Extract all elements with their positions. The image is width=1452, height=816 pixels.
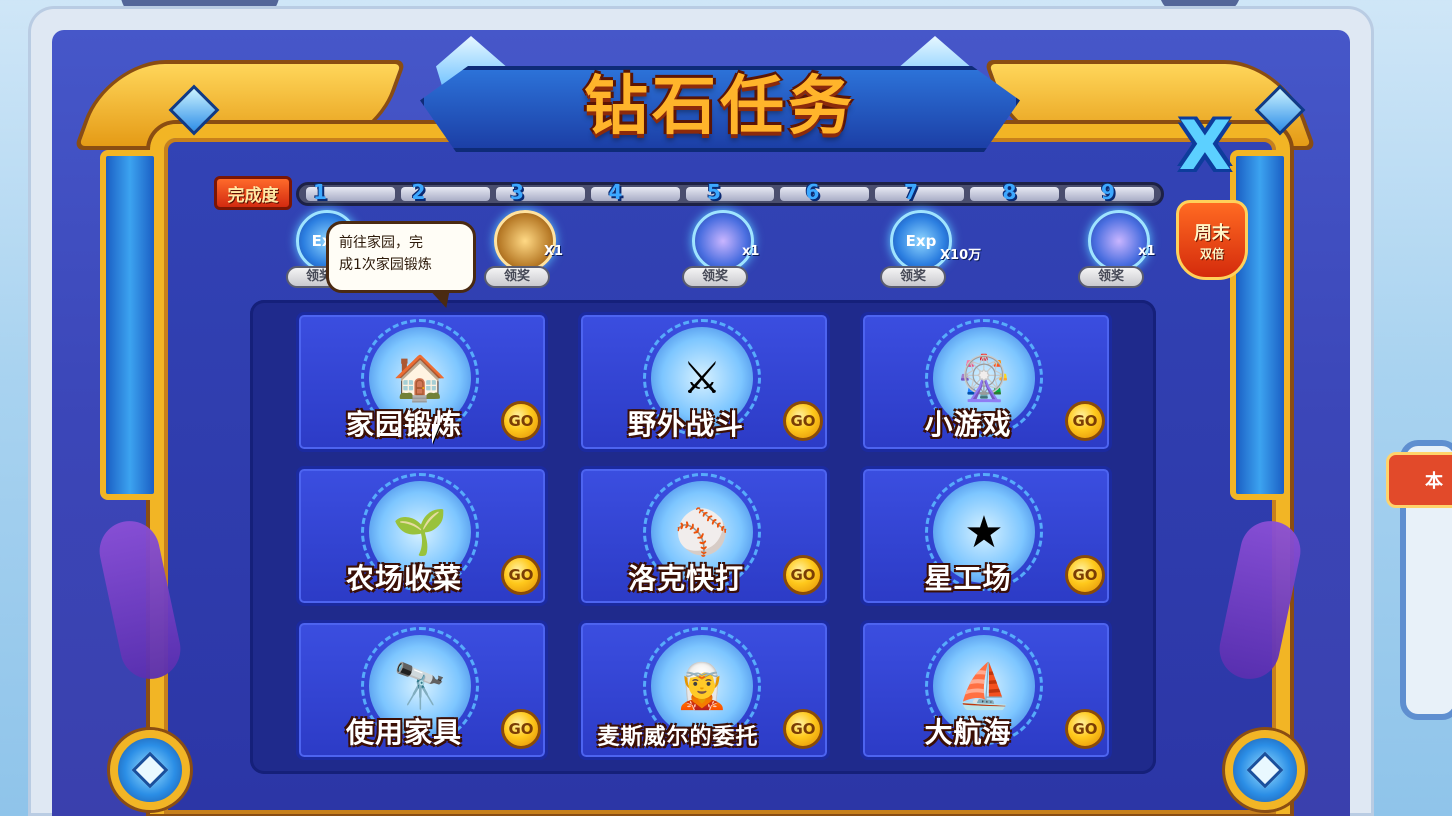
progress-node-number: 3 bbox=[510, 180, 524, 204]
progress-node-number: 2 bbox=[411, 180, 426, 204]
progress-node-number: 5 bbox=[707, 180, 721, 204]
task-name: 家园锻炼 bbox=[345, 408, 462, 441]
go-button[interactable]: GO bbox=[1065, 709, 1105, 749]
task-name: 野外战斗 bbox=[627, 408, 744, 441]
task-card[interactable]: ⚔ 野外战斗 GO bbox=[578, 312, 830, 452]
progress-node-number: 7 bbox=[904, 180, 918, 204]
task-name: 大航海 bbox=[924, 716, 1012, 749]
claim-reward-button[interactable]: 领奖 bbox=[880, 266, 946, 288]
claim-reward-button[interactable]: 领奖 bbox=[484, 266, 550, 288]
card-icon bbox=[1088, 210, 1150, 272]
progress-node-number: 1 bbox=[313, 180, 327, 204]
claim-reward-button[interactable]: 领奖 bbox=[1078, 266, 1144, 288]
reward-slot: X1 领奖 bbox=[484, 210, 570, 296]
task-card[interactable]: 🏠 家园锻炼 GO bbox=[296, 312, 548, 452]
task-card[interactable]: ⚾ 洛克快打 GO bbox=[578, 466, 830, 606]
task-name: 小游戏 bbox=[924, 408, 1012, 441]
reward-quantity: X1 bbox=[544, 244, 564, 259]
corner-gem-icon bbox=[110, 730, 190, 810]
task-name: 农场收菜 bbox=[345, 562, 462, 595]
close-x-icon: X bbox=[1178, 107, 1232, 186]
task-tooltip: 前往家园，完 成1次家园锻炼 bbox=[326, 221, 476, 293]
task-card[interactable]: ★ 星工场 GO bbox=[860, 466, 1112, 606]
task-card[interactable]: ⛵ 大航海 GO bbox=[860, 620, 1112, 760]
progress-node-number: 9 bbox=[1101, 180, 1115, 204]
tooltip-line1: 前往家园，完 bbox=[339, 235, 423, 251]
weekend-badge-line2: 双倍 bbox=[1199, 246, 1224, 261]
progress-node-number: 8 bbox=[1002, 180, 1017, 204]
progress-segment bbox=[780, 187, 870, 201]
reward-slot: x1 领奖 bbox=[682, 210, 768, 296]
go-button[interactable]: GO bbox=[501, 555, 541, 595]
task-name: 麦斯威尔的委托 bbox=[597, 725, 759, 750]
reward-slot: Exp X10万 领奖 bbox=[880, 210, 981, 296]
background-side-tab: 本 bbox=[1386, 452, 1452, 508]
mouse-cursor-icon bbox=[432, 424, 440, 444]
go-button[interactable]: GO bbox=[501, 709, 541, 749]
progress-node-number: 6 bbox=[805, 180, 820, 204]
progress-segment bbox=[590, 187, 680, 201]
progress-segment bbox=[685, 187, 775, 201]
card-icon bbox=[692, 210, 754, 272]
task-card[interactable]: 🌱 农场收菜 GO bbox=[296, 466, 548, 606]
left-pillar bbox=[100, 150, 160, 500]
task-name: 洛克快打 bbox=[627, 562, 744, 595]
corner-gem-icon bbox=[1225, 730, 1305, 810]
dialog-title: 钻石任务 bbox=[584, 70, 856, 144]
go-button[interactable]: GO bbox=[783, 555, 823, 595]
reward-quantity: x1 bbox=[742, 244, 760, 259]
claim-reward-button[interactable]: 领奖 bbox=[682, 266, 748, 288]
go-button[interactable]: GO bbox=[501, 401, 541, 441]
task-card[interactable]: 🔭 使用家具 GO bbox=[296, 620, 548, 760]
task-card[interactable]: 🎡 小游戏 GO bbox=[860, 312, 1112, 452]
reward-slot: x1 领奖 bbox=[1078, 210, 1164, 296]
close-button[interactable]: X bbox=[1168, 112, 1242, 182]
go-button[interactable]: GO bbox=[783, 709, 823, 749]
progress-node-number: 4 bbox=[608, 180, 623, 204]
book-icon bbox=[494, 210, 556, 272]
title-banner: 钻石任务 bbox=[420, 46, 1020, 156]
go-button[interactable]: GO bbox=[1065, 555, 1105, 595]
reward-quantity: X10万 bbox=[940, 248, 982, 263]
task-card[interactable]: 🧝 麦斯威尔的委托 GO bbox=[578, 620, 830, 760]
task-name: 星工场 bbox=[924, 562, 1012, 595]
progress-label: 完成度 bbox=[214, 176, 292, 210]
go-button[interactable]: GO bbox=[1065, 401, 1105, 441]
reward-quantity: x1 bbox=[1138, 244, 1156, 259]
tooltip-line2: 成1次家园锻炼 bbox=[339, 257, 432, 273]
task-name: 使用家具 bbox=[345, 716, 462, 749]
weekend-double-badge[interactable]: 周末 双倍 bbox=[1176, 200, 1248, 280]
weekend-badge-line1: 周末 bbox=[1194, 222, 1230, 244]
go-button[interactable]: GO bbox=[783, 401, 823, 441]
